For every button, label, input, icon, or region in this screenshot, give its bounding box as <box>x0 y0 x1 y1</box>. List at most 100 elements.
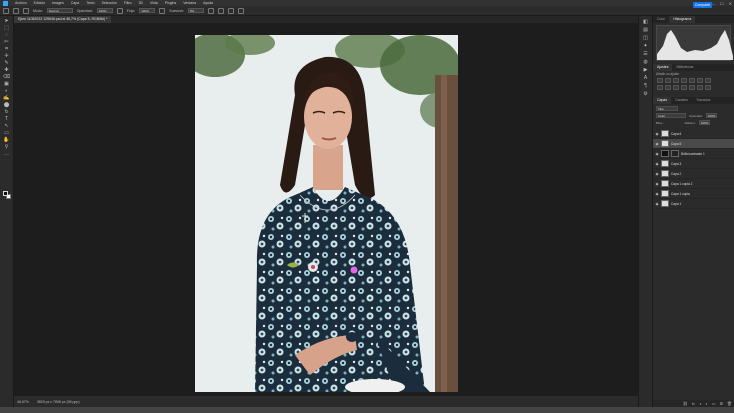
layers-footer-icon[interactable]: ▭ <box>712 401 716 406</box>
layer-row[interactable]: ◉ Capa 3 <box>653 159 734 169</box>
layer-filter-select[interactable]: Tipo <box>656 106 678 111</box>
panel-toggle-icon[interactable]: ◫ <box>642 36 649 41</box>
tool-icon[interactable]: ▣ <box>3 82 10 87</box>
smoothing-options-icon[interactable] <box>207 7 214 14</box>
invert-adjustment-icon[interactable] <box>689 85 695 90</box>
tab-adjustments[interactable]: Ajustes <box>653 64 673 71</box>
curves-adjustment-icon[interactable] <box>673 78 679 83</box>
brush-preset-icon[interactable] <box>13 7 19 14</box>
smoothing-field[interactable]: 0% <box>187 8 204 13</box>
menu-item[interactable]: 3D <box>139 1 143 5</box>
blend-mode-select[interactable]: Color <box>656 113 686 118</box>
photo-filter-adjustment-icon[interactable] <box>665 85 671 90</box>
tab-layers[interactable]: Capas <box>653 97 672 104</box>
tool-icon[interactable]: ⌗ <box>3 47 10 52</box>
visibility-eye-icon[interactable]: ◉ <box>655 152 659 156</box>
visibility-eye-icon[interactable]: ◉ <box>655 202 659 206</box>
maximize-icon[interactable]: ☐ <box>720 1 724 6</box>
layers-footer-icon[interactable]: 🗑 <box>727 401 732 406</box>
layers-footer-icon[interactable]: fx <box>692 401 695 406</box>
panel-toggle-icon[interactable]: A <box>642 76 649 81</box>
levels-adjustment-icon[interactable] <box>665 78 671 83</box>
layer-opacity-field[interactable]: 100% <box>705 113 718 118</box>
pressure-size-icon[interactable] <box>227 7 234 14</box>
flow-field[interactable]: 100% <box>139 8 156 13</box>
layers-footer-icon[interactable]: ⛓ <box>683 401 688 406</box>
color-balance-adjustment-icon[interactable] <box>705 78 711 83</box>
threshold-adjustment-icon[interactable] <box>705 85 711 90</box>
menu-item[interactable]: Plugins <box>165 1 176 5</box>
tool-icon[interactable]: ✚ <box>3 68 10 73</box>
tool-icon[interactable]: ✋ <box>3 138 10 143</box>
home-icon[interactable] <box>3 7 9 14</box>
menu-item[interactable]: Texto <box>86 1 94 5</box>
brush-settings-icon[interactable] <box>23 7 29 14</box>
tab-paths[interactable]: Trazados <box>692 97 714 104</box>
tool-icon[interactable]: ↖ <box>3 124 10 129</box>
menu-item[interactable]: Ventana <box>183 1 196 5</box>
document-image[interactable] <box>195 35 458 392</box>
tab-color[interactable]: Color <box>653 16 669 23</box>
panel-toggle-icon[interactable]: ☰ <box>642 52 649 57</box>
channel-mixer-adjustment-icon[interactable] <box>673 85 679 90</box>
layers-footer-icon[interactable]: ⊞ <box>720 401 723 406</box>
tab-channels[interactable]: Canales <box>671 97 692 104</box>
symmetry-icon[interactable] <box>237 7 244 14</box>
canvas-area[interactable] <box>14 23 638 407</box>
visibility-eye-icon[interactable]: ◉ <box>655 142 659 146</box>
menu-item[interactable]: Filtro <box>124 1 132 5</box>
fill-field[interactable]: 100% <box>698 120 711 125</box>
tool-icon[interactable]: ⌫ <box>3 75 10 80</box>
visibility-eye-icon[interactable]: ◉ <box>655 172 659 176</box>
layer-row[interactable]: ◉ Brillo/contraste 1 <box>653 149 734 159</box>
layer-row[interactable]: ◉ Capa 5 <box>653 139 734 149</box>
tool-icon[interactable]: ↻ <box>3 110 10 115</box>
tool-icon[interactable]: ◌ <box>3 33 10 38</box>
zoom-level[interactable]: 46,67% <box>17 400 29 404</box>
panel-toggle-icon[interactable]: ▤ <box>642 28 649 33</box>
posterize-adjustment-icon[interactable] <box>697 85 703 90</box>
menu-item[interactable]: Capa <box>71 1 79 5</box>
close-icon[interactable]: ✕ <box>729 1 732 6</box>
tool-icon[interactable]: ✎ <box>3 61 10 66</box>
layer-row[interactable]: ◉ Capa 6 <box>653 129 734 139</box>
layer-mask-thumbnail[interactable] <box>671 150 679 157</box>
menu-item[interactable]: Imagen <box>52 1 64 5</box>
panel-toggle-icon[interactable]: ◧ <box>642 20 649 25</box>
layers-footer-icon[interactable]: ◐ <box>705 401 707 406</box>
panel-toggle-icon[interactable]: ▶ <box>642 68 649 73</box>
tool-icon[interactable]: ➤ <box>3 19 10 24</box>
black-white-adjustment-icon[interactable] <box>657 85 663 90</box>
panel-toggle-icon[interactable]: ⚙ <box>642 92 649 97</box>
color-lookup-adjustment-icon[interactable] <box>681 85 687 90</box>
tool-icon[interactable]: ▭ <box>3 131 10 136</box>
tool-icon[interactable]: ◐ <box>3 89 10 94</box>
panel-toggle-icon[interactable]: ◍ <box>642 60 649 65</box>
panel-toggle-icon[interactable]: ✦ <box>642 44 649 49</box>
tool-icon[interactable]: … <box>3 152 10 157</box>
layer-row[interactable]: ◉ Capa 1 <box>653 199 734 209</box>
tool-icon[interactable]: ✄ <box>3 40 10 45</box>
photoshop-logo[interactable] <box>3 0 8 6</box>
exposure-adjustment-icon[interactable] <box>681 78 687 83</box>
tab-libraries[interactable]: Bibliotecas <box>672 64 697 71</box>
pressure-opacity-icon[interactable] <box>116 7 123 14</box>
visibility-eye-icon[interactable]: ◉ <box>655 182 659 186</box>
tool-icon[interactable]: T <box>3 117 10 122</box>
mode-select[interactable]: Normal <box>46 8 73 13</box>
vibrance-adjustment-icon[interactable] <box>689 78 695 83</box>
brightness-adjustment-icon[interactable] <box>657 78 663 83</box>
tab-histogram[interactable]: Histograma <box>669 16 696 23</box>
tool-icon[interactable]: ⬚ <box>3 26 10 31</box>
tool-icon[interactable]: ✛ <box>3 54 10 59</box>
layer-row[interactable]: ◉ Capa 1 copia <box>653 189 734 199</box>
menu-item[interactable]: Archivo <box>15 1 27 5</box>
airbrush-icon[interactable] <box>159 7 166 14</box>
visibility-eye-icon[interactable]: ◉ <box>655 132 659 136</box>
angle-icon[interactable] <box>217 7 224 14</box>
layer-row[interactable]: ◉ Capa 1 copia 2 <box>653 179 734 189</box>
visibility-eye-icon[interactable]: ◉ <box>655 192 659 196</box>
menu-item[interactable]: Ayuda <box>203 1 213 5</box>
menu-item[interactable]: Edición <box>34 1 45 5</box>
tool-icon[interactable]: ✍ <box>3 96 10 101</box>
